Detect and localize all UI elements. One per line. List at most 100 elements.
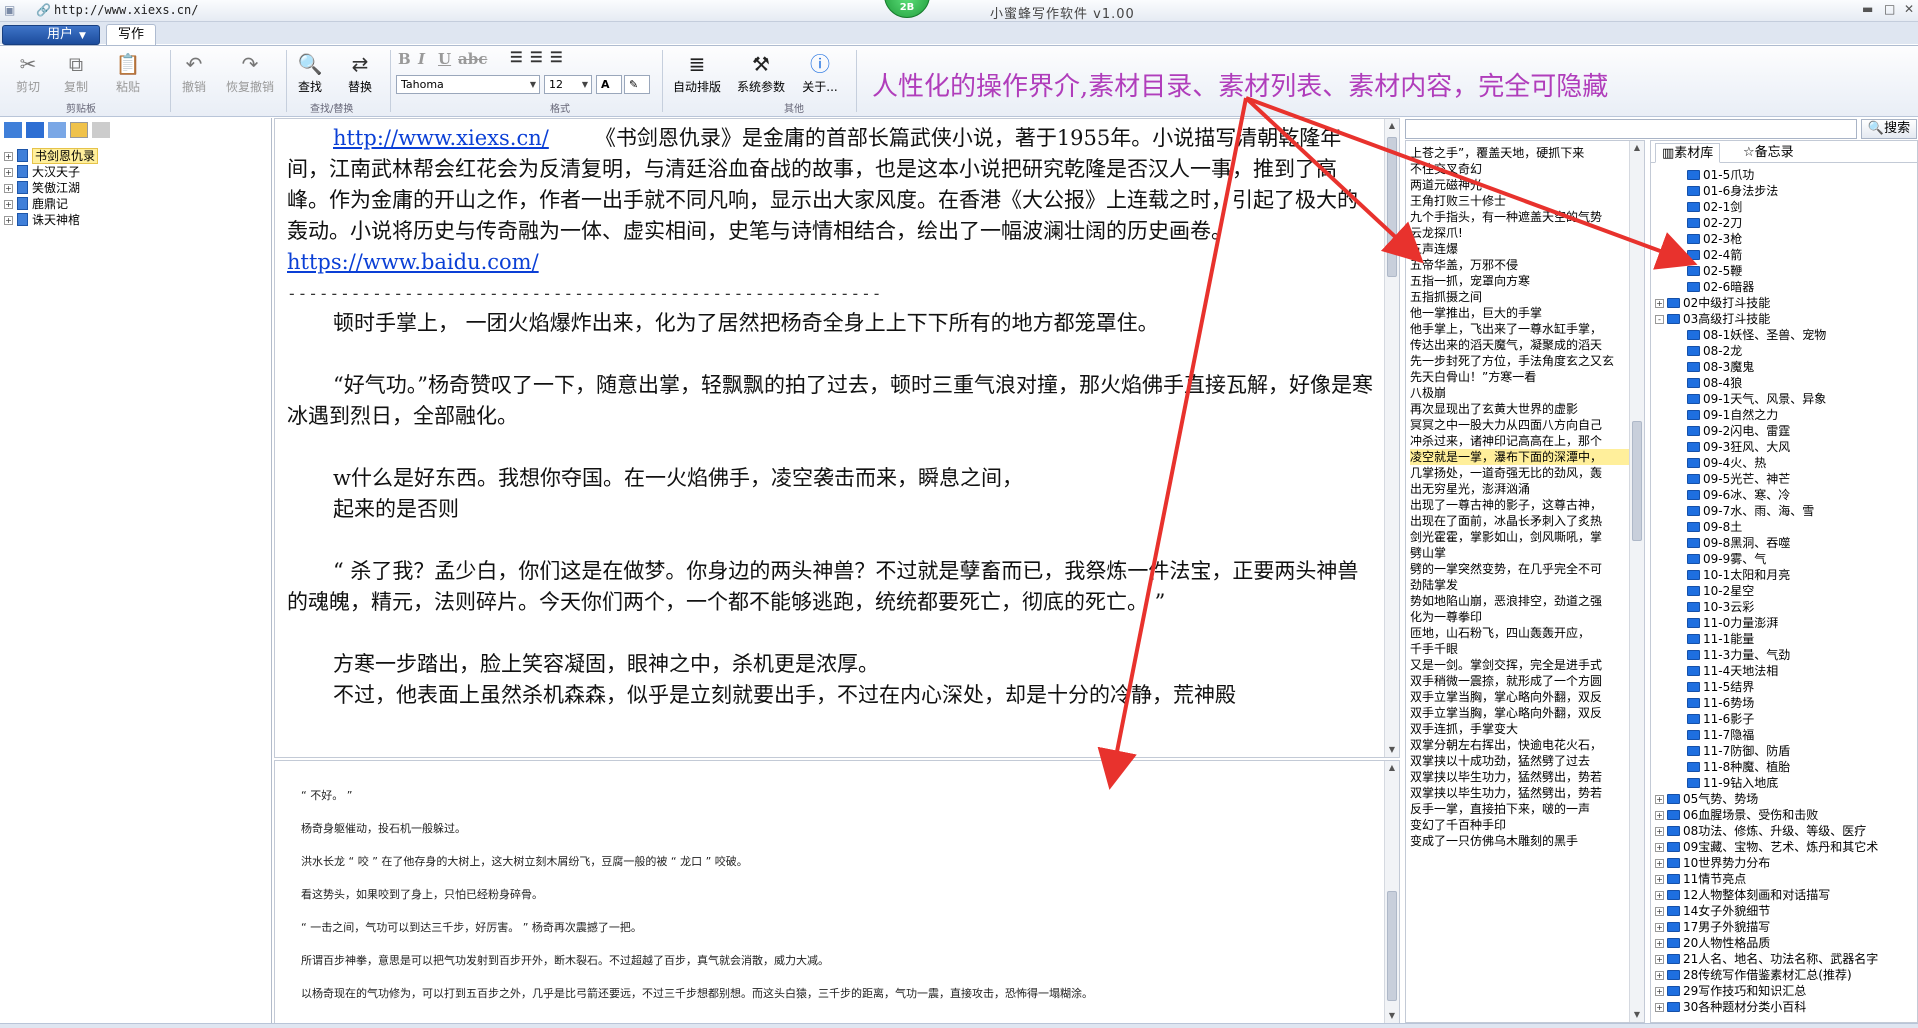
cut-button[interactable]: ✂ 剪切 — [10, 52, 46, 95]
italic-button[interactable]: I — [418, 50, 425, 68]
material-list-item[interactable]: 变成了一只仿佛乌木雕刻的黑手 — [1410, 833, 1630, 849]
library-subfolder[interactable]: 09-4火、热 — [1655, 455, 1917, 471]
library-subfolder[interactable]: 11-5结界 — [1655, 679, 1917, 695]
bold-button[interactable]: B — [398, 50, 411, 68]
library-folder[interactable]: +08功法、修炼、升级、等级、医疗 — [1655, 823, 1917, 839]
material-list-item[interactable]: 势如地陷山崩，恶浪排空，劲道之强 — [1410, 593, 1630, 609]
library-folder[interactable]: +02中级打斗技能 — [1655, 295, 1917, 311]
editor-scrollbar[interactable]: ▲ ▼ — [1384, 119, 1399, 757]
material-list-item[interactable]: 变幻了千百种手印 — [1410, 817, 1630, 833]
library-folder[interactable]: +21人名、地名、功法名称、武器名字 — [1655, 951, 1917, 967]
align-center-icon[interactable]: ☰ — [530, 50, 543, 66]
library-folder[interactable]: +30各种题材分类小百科 — [1655, 999, 1917, 1015]
expand-icon[interactable]: + — [1655, 907, 1664, 916]
material-list-item[interactable]: 双掌挟以十成功劲，猛然劈了过去 — [1410, 753, 1630, 769]
material-list-item[interactable]: 反手一掌，直接拍下来，啵的一声 — [1410, 801, 1630, 817]
library-folder[interactable]: +06血腥场景、受伤和击败 — [1655, 807, 1917, 823]
main-editor[interactable]: http://www.xiexs.cn/《书剑恩仇录》是金庸的首部长篇武侠小说，… — [274, 118, 1400, 758]
library-folder[interactable]: +17男子外貌描写 — [1655, 919, 1917, 935]
library-subfolder[interactable]: 11-0力量澎湃 — [1655, 615, 1917, 631]
material-list-item[interactable]: 上苍之手”，覆盖天地，硬抓下来 — [1410, 145, 1630, 161]
material-list-item[interactable]: 先天白骨山！”方寒一看 — [1410, 369, 1630, 385]
library-folder[interactable]: +20人物性格品质 — [1655, 935, 1917, 951]
library-folder[interactable]: +28传统写作借鉴素材汇总(推荐) — [1655, 967, 1917, 983]
expand-icon[interactable]: + — [1655, 987, 1664, 996]
library-subfolder[interactable]: 11-7隐福 — [1655, 727, 1917, 743]
align-right-icon[interactable]: ☰ — [550, 50, 563, 66]
font-name-select[interactable]: Tahoma ▼ — [396, 75, 540, 94]
expand-icon[interactable]: + — [4, 184, 13, 193]
library-subfolder[interactable]: 08-1妖怪、圣兽、宠物 — [1655, 327, 1917, 343]
material-list-item[interactable]: 又是一剑。掌剑交挥，完全是进手式 — [1410, 657, 1630, 673]
library-subfolder[interactable]: 08-3魔鬼 — [1655, 359, 1917, 375]
library-folder[interactable]: +11情节亮点 — [1655, 871, 1917, 887]
redo-button[interactable]: ↷ 恢复撤销 — [220, 52, 280, 95]
material-list-item[interactable]: 凌空就是一掌，瀑布下面的深潭中， — [1410, 449, 1630, 465]
search-button[interactable]: 🔍搜索 — [1861, 119, 1917, 139]
library-subfolder[interactable]: 11-1能量 — [1655, 631, 1917, 647]
material-list-scrollbar[interactable]: ▲ ▼ — [1629, 141, 1644, 1022]
expand-icon[interactable]: + — [1655, 955, 1664, 964]
expand-icon[interactable]: + — [4, 216, 13, 225]
preview-scrollbar[interactable]: ▲ ▼ — [1384, 761, 1399, 1023]
library-subfolder[interactable]: 11-6影子 — [1655, 711, 1917, 727]
expand-icon[interactable]: + — [1655, 811, 1664, 820]
expand-icon[interactable]: + — [1655, 1003, 1664, 1012]
material-list-item[interactable]: 双掌挟以毕生功力，猛然劈出，势若 — [1410, 785, 1630, 801]
user-menu-button[interactable]: 用户 ▼ — [2, 25, 100, 45]
undo-button[interactable]: ↶ 撤销 — [176, 52, 212, 95]
library-subfolder[interactable]: 11-9钻入地底 — [1655, 775, 1917, 791]
material-list-item[interactable]: 出现了一尊古神的影子，这尊古神， — [1410, 497, 1630, 513]
library-subfolder[interactable]: 02-1剑 — [1655, 199, 1917, 215]
search-input[interactable] — [1405, 119, 1857, 139]
library-folder[interactable]: +14女子外貌细节 — [1655, 903, 1917, 919]
material-list-item[interactable]: 双掌挟以毕生功力，猛然劈出，势若 — [1410, 769, 1630, 785]
scroll-thumb[interactable] — [1387, 137, 1397, 277]
highlight-color-button[interactable]: ✎ — [624, 75, 650, 94]
library-subfolder[interactable]: 09-7水、雨、海、雪 — [1655, 503, 1917, 519]
material-list-item[interactable]: 双手稍微一震捺，就形成了一个方圆 — [1410, 673, 1630, 689]
material-list-item[interactable]: 出无穷星光，澎湃汹涌 — [1410, 481, 1630, 497]
expand-icon[interactable]: + — [1655, 939, 1664, 948]
scroll-up-icon[interactable]: ▲ — [1630, 141, 1644, 155]
library-subfolder[interactable]: 09-3狂风、大风 — [1655, 439, 1917, 455]
material-list-item[interactable]: 劈的一掌突然变势，在几乎完全不可 — [1410, 561, 1630, 577]
tab-write[interactable]: 写作 — [106, 24, 156, 46]
material-list-item[interactable]: 再次显现出了玄黄大世界的虚影 — [1410, 401, 1630, 417]
library-subfolder[interactable]: 02-4箭 — [1655, 247, 1917, 263]
scroll-down-icon[interactable]: ▼ — [1385, 1009, 1399, 1023]
expand-icon[interactable]: + — [1655, 827, 1664, 836]
expand-icon[interactable]: + — [1655, 875, 1664, 884]
trash-icon[interactable] — [92, 122, 110, 138]
find-button[interactable]: 🔍 查找 — [292, 52, 328, 95]
material-list-item[interactable]: 王角打败三十修士 — [1410, 193, 1630, 209]
library-subfolder[interactable]: 09-2闪电、雷霆 — [1655, 423, 1917, 439]
material-list-item[interactable]: 劲陆掌发 — [1410, 577, 1630, 593]
align-left-icon[interactable]: ☰ — [510, 50, 523, 66]
font-size-select[interactable]: 12 ▼ — [544, 75, 592, 94]
expand-icon[interactable]: + — [1655, 795, 1664, 804]
library-subfolder[interactable]: 09-1自然之力 — [1655, 407, 1917, 423]
library-subfolder[interactable]: 10-2星空 — [1655, 583, 1917, 599]
book-tree-item[interactable]: + 鹿鼎记 — [4, 196, 98, 212]
tab-memo[interactable]: ☆备忘录 — [1737, 143, 1800, 163]
library-subfolder[interactable]: 09-8土 — [1655, 519, 1917, 535]
material-list-item[interactable]: 化为一尊拳印 — [1410, 609, 1630, 625]
expand-icon[interactable]: + — [4, 152, 13, 161]
new-book-icon[interactable] — [4, 122, 22, 138]
material-list-item[interactable]: 双掌分朝左右挥出，快逾电花火石， — [1410, 737, 1630, 753]
material-list-item[interactable]: 云龙探爪! — [1410, 225, 1630, 241]
copy-button[interactable]: ⧉ 复制 — [58, 52, 94, 95]
editor-link-xiexs[interactable]: http://www.xiexs.cn/ — [333, 126, 549, 150]
library-subfolder[interactable]: 11-7防御、防盾 — [1655, 743, 1917, 759]
book-tree-item[interactable]: + 大汉天子 — [4, 164, 98, 180]
open-folder-icon[interactable] — [48, 122, 66, 138]
library-subfolder[interactable]: 02-5鞭 — [1655, 263, 1917, 279]
expand-icon[interactable]: + — [1655, 923, 1664, 932]
editor-text[interactable]: http://www.xiexs.cn/《书剑恩仇录》是金庸的首部长篇武侠小说，… — [287, 123, 1377, 711]
material-list-item[interactable]: 他手掌上，飞出来了一尊水缸手掌， — [1410, 321, 1630, 337]
material-list-item[interactable]: 不住交叉奇幻 — [1410, 161, 1630, 177]
library-folder[interactable]: +12人物整体刻画和对话描写 — [1655, 887, 1917, 903]
library-subfolder[interactable]: 11-6势场 — [1655, 695, 1917, 711]
scroll-thumb[interactable] — [1632, 421, 1642, 541]
